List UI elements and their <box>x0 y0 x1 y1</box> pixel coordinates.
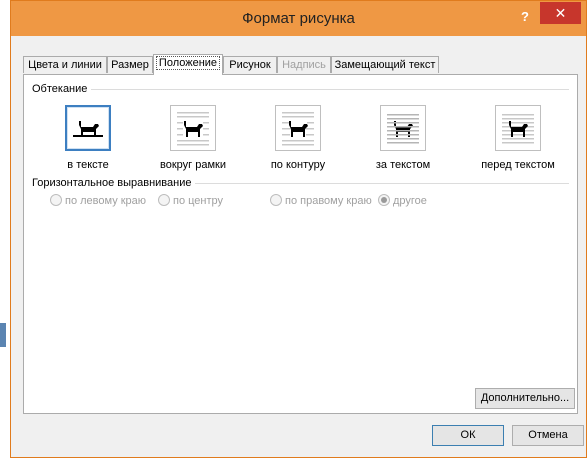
tab-picture[interactable]: Рисунок <box>223 56 277 73</box>
wrap-option-label: вокруг рамки <box>160 159 226 171</box>
tab-colors-lines[interactable]: Цвета и линии <box>23 56 107 73</box>
ok-button[interactable]: ОК <box>432 425 504 446</box>
tight-wrap-icon <box>275 105 321 151</box>
radio-circle <box>158 194 170 206</box>
advanced-button[interactable]: Дополнительно... <box>475 388 575 409</box>
wrap-option-square[interactable]: вокруг рамки <box>153 105 233 171</box>
tab-position[interactable]: Положение <box>153 54 223 75</box>
wrap-option-label: в тексте <box>67 159 109 171</box>
tab-text-box: Надпись <box>277 56 331 73</box>
wrap-option-label: за текстом <box>375 159 431 171</box>
radio-align-left: по левому краю <box>50 194 146 207</box>
wrap-option-label: перед текстом <box>481 159 555 171</box>
wrap-option-tight[interactable]: по контуру <box>258 105 338 171</box>
cancel-button[interactable]: Отмена <box>512 425 584 446</box>
help-button[interactable]: ? <box>514 7 536 27</box>
radio-circle <box>270 194 282 206</box>
wrap-option-inline[interactable]: в тексте <box>48 105 128 171</box>
radio-align-other: другое <box>378 194 427 207</box>
radio-align-center: по центру <box>158 194 223 207</box>
dialog-title: Формат рисунка <box>242 10 355 27</box>
wrap-option-in-front[interactable]: перед текстом <box>468 105 568 171</box>
format-picture-dialog: Формат рисунка ? ✕ Цвета и линии Размер … <box>10 0 587 458</box>
background-window-edge <box>0 323 6 347</box>
title-bar[interactable]: Формат рисунка ? ✕ <box>11 1 586 36</box>
radio-align-right: по правому краю <box>270 194 372 207</box>
position-panel: Обтекание в тексте вокруг рамки по конту… <box>23 74 578 414</box>
alignment-group-label: Горизонтальное выравнивание <box>32 177 196 189</box>
tab-size[interactable]: Размер <box>107 56 153 73</box>
wrap-option-label: по контуру <box>270 159 326 171</box>
behind-text-icon <box>380 105 426 151</box>
radio-circle-checked <box>378 194 390 206</box>
wrap-option-behind[interactable]: за текстом <box>363 105 443 171</box>
close-button[interactable]: ✕ <box>540 2 581 24</box>
in-front-of-text-icon <box>495 105 541 151</box>
wrapping-group-divider <box>32 89 569 90</box>
wrapping-group-label: Обтекание <box>32 83 92 95</box>
radio-circle <box>50 194 62 206</box>
tab-alt-text[interactable]: Замещающий текст <box>331 56 439 73</box>
square-wrap-icon <box>170 105 216 151</box>
inline-with-text-icon <box>65 105 111 151</box>
